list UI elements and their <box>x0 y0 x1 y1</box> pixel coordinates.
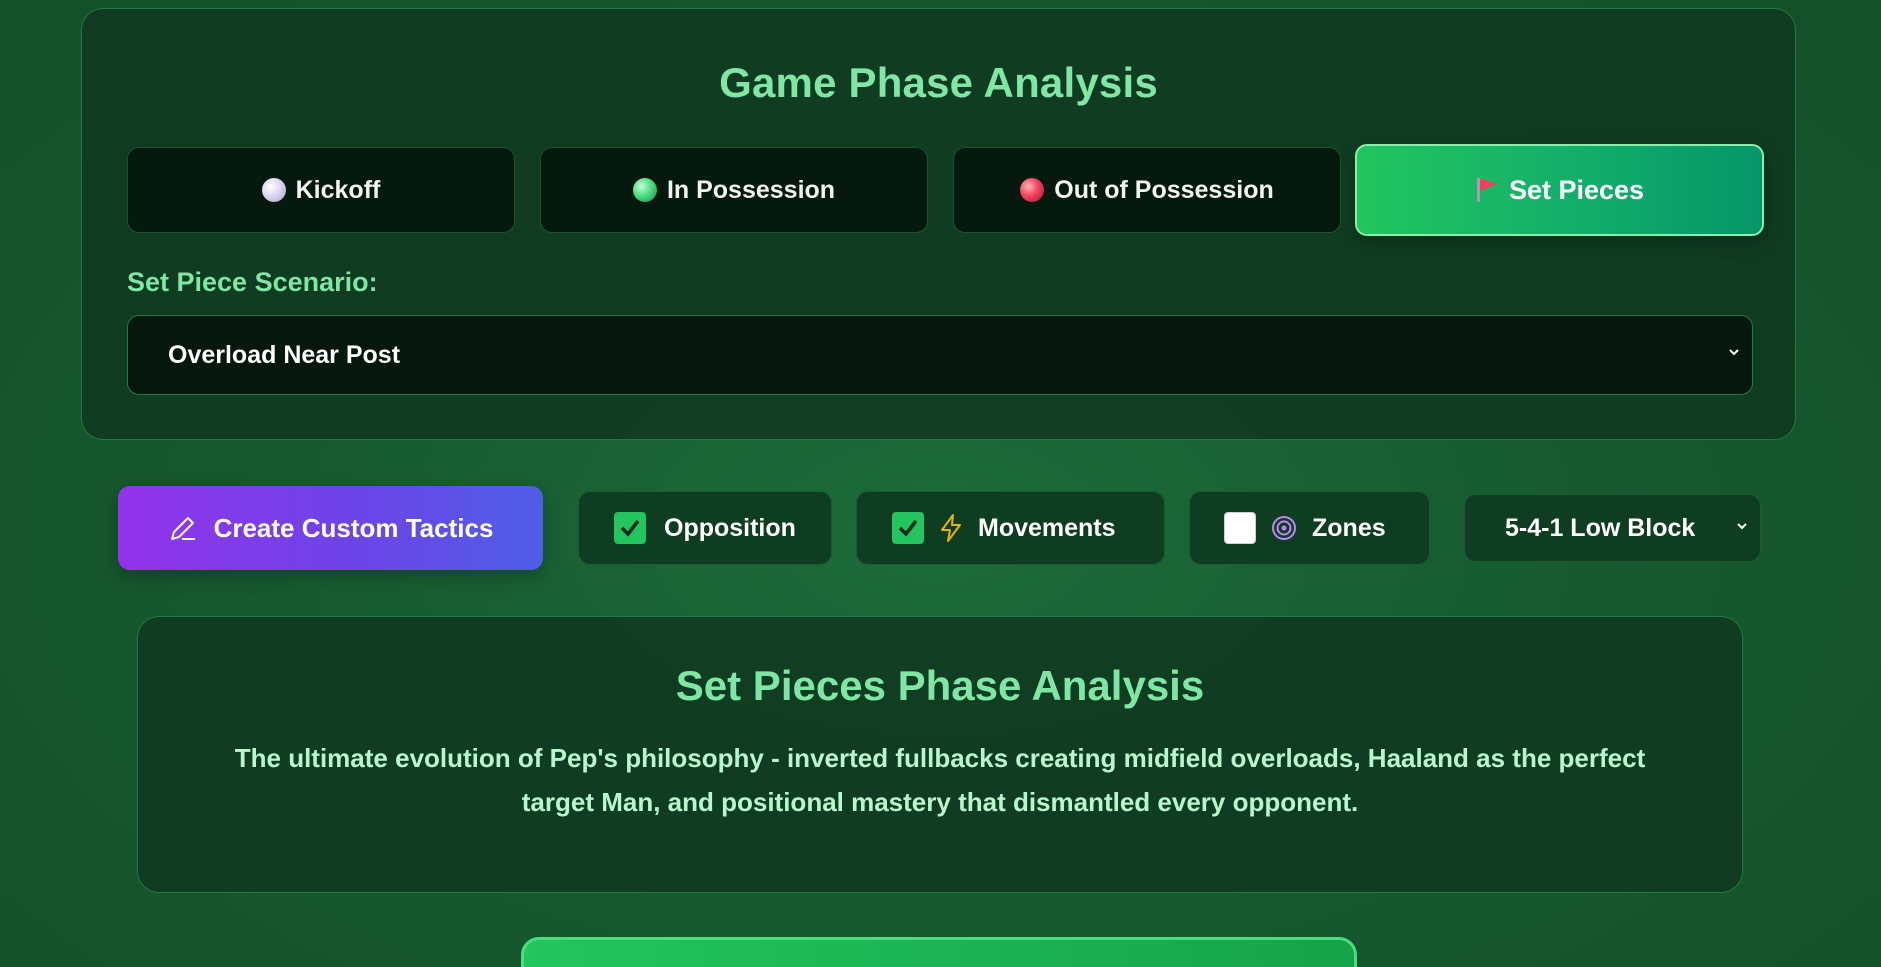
page: Game Phase Analysis Kickoff In Possessio… <box>0 0 1881 967</box>
white-ball-icon <box>261 178 286 202</box>
formation-selected-value: 5-4-1 Low Block <box>1505 513 1696 542</box>
movements-label: Movements <box>978 513 1116 542</box>
create-custom-tactics-label: Create Custom Tactics <box>213 512 494 543</box>
phase-panel-title: Game Phase Analysis <box>719 59 1158 106</box>
green-ball-icon <box>632 178 657 202</box>
chevron-down-icon <box>1736 518 1748 536</box>
analysis-card: Set Pieces Phase Analysis The ultimate e… <box>137 616 1743 893</box>
zones-toggle[interactable]: Zones <box>1189 491 1430 565</box>
tab-in-possession[interactable]: In Possession <box>540 147 928 233</box>
target-icon <box>1270 514 1298 542</box>
scenario-select[interactable]: Overload Near Post <box>127 315 1753 395</box>
zones-checkbox[interactable] <box>1224 512 1256 544</box>
formation-select[interactable]: 5-4-1 Low Block <box>1464 494 1761 562</box>
tab-kickoff-label: Kickoff <box>295 175 381 204</box>
tab-out-of-possession[interactable]: Out of Possession <box>953 147 1341 233</box>
tab-in-possession-label: In Possession <box>666 175 836 204</box>
tab-out-of-possession-label: Out of Possession <box>1054 175 1274 204</box>
create-custom-tactics-button[interactable]: Create Custom Tactics <box>118 486 543 570</box>
pencil-icon <box>168 513 198 543</box>
flag-icon <box>1475 176 1499 204</box>
opposition-toggle[interactable]: Opposition <box>578 491 832 565</box>
primary-action-button[interactable] <box>521 937 1357 967</box>
movements-toggle[interactable]: Movements <box>856 491 1165 565</box>
chevron-down-icon <box>1728 344 1740 362</box>
phase-analysis-panel: Game Phase Analysis Kickoff In Possessio… <box>81 8 1796 440</box>
tab-kickoff[interactable]: Kickoff <box>127 147 515 233</box>
analysis-description: The ultimate evolution of Pep's philosop… <box>234 743 1646 817</box>
lightning-icon <box>938 513 964 543</box>
opposition-checkbox[interactable] <box>614 512 646 544</box>
analysis-title: Set Pieces Phase Analysis <box>675 662 1205 709</box>
tab-set-pieces[interactable]: Set Pieces <box>1355 144 1764 236</box>
scenario-selected-value: Overload Near Post <box>168 340 401 369</box>
zones-label: Zones <box>1312 513 1386 542</box>
red-ball-icon <box>1020 178 1045 202</box>
scenario-label: Set Piece Scenario: <box>127 267 378 297</box>
movements-checkbox[interactable] <box>892 512 924 544</box>
opposition-label: Opposition <box>664 513 796 542</box>
tab-set-pieces-label: Set Pieces <box>1508 174 1645 205</box>
